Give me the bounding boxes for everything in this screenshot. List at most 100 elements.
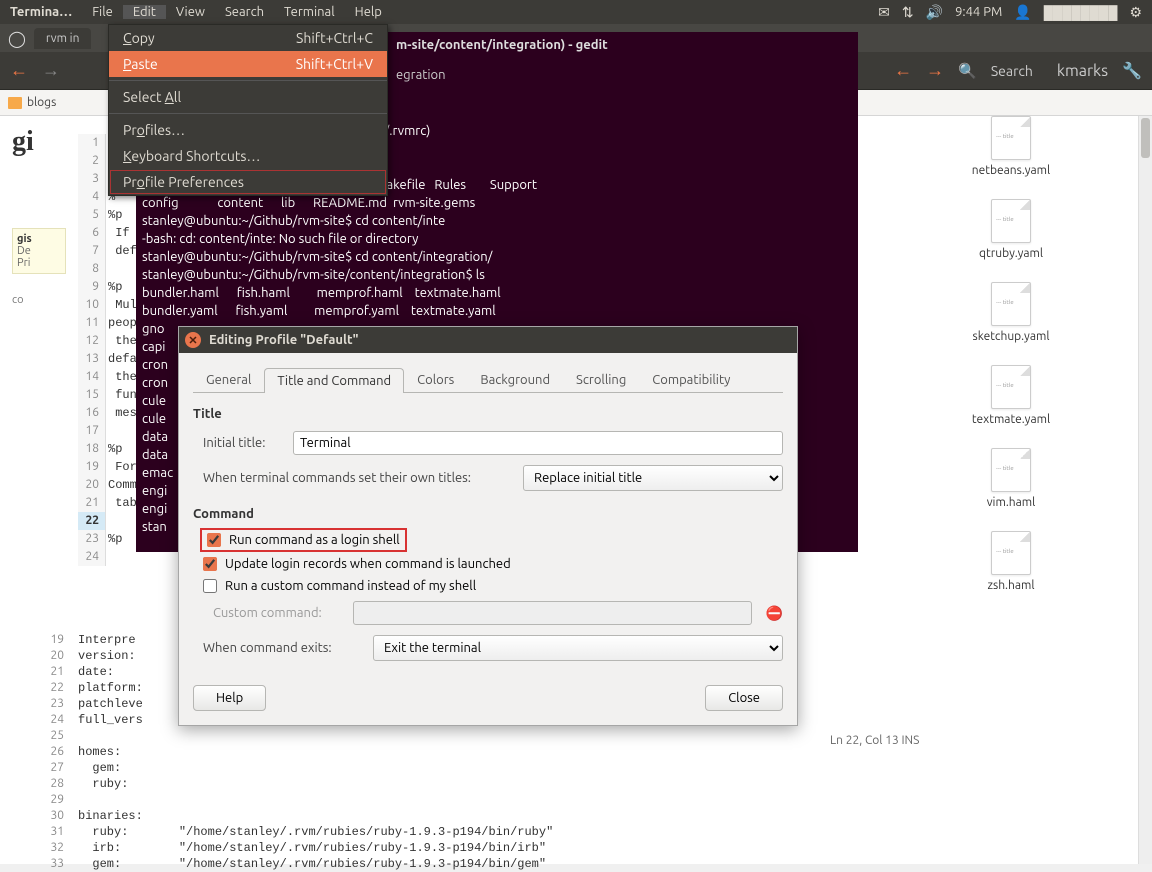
file-label: vim.haml	[987, 496, 1036, 509]
login-shell-label: Run command as a login shell	[229, 533, 400, 547]
menu-item-profile-preferences[interactable]: Profile Preferences	[109, 169, 387, 195]
user-name[interactable]: ████████	[1044, 5, 1118, 20]
dialog-tab-scrolling[interactable]: Scrolling	[563, 367, 639, 392]
gedit-status-bar: Ln 22, Col 13 INS	[830, 734, 919, 747]
gist-sidebar: gi gis De Pri co	[12, 116, 66, 306]
gist-box-line: Pri	[17, 257, 61, 269]
wrench-icon[interactable]: 🔧	[1122, 61, 1142, 80]
file-icon: --- title	[991, 282, 1031, 326]
menu-search[interactable]: Search	[215, 5, 274, 19]
menu-item-keyboard-shortcuts-[interactable]: Keyboard Shortcuts…	[109, 143, 387, 169]
help-button[interactable]: Help	[193, 685, 266, 711]
github-icon: ◯	[8, 29, 26, 48]
file-icon: --- title	[991, 365, 1031, 409]
menu-help[interactable]: Help	[345, 5, 392, 19]
file-browser-panel: --- title netbeans.yaml --- title qtruby.ya…	[886, 116, 1136, 614]
dialog-tab-general[interactable]: General	[193, 367, 264, 392]
file-grid: --- title netbeans.yaml --- title qtruby.ya…	[886, 116, 1136, 592]
menu-item-profiles-[interactable]: Profiles…	[109, 117, 387, 143]
section-title: Title	[193, 407, 783, 421]
file-label: netbeans.yaml	[972, 164, 1050, 177]
file-icon: --- title	[991, 199, 1031, 243]
gist-info-box: gis De Pri	[12, 228, 66, 274]
gist-col-header: co	[12, 294, 66, 306]
gedit-title-behind: m-site/content/integration) - gedit	[396, 36, 608, 54]
top-panel: Termina… File Edit View Search Terminal …	[0, 0, 1152, 24]
network-icon[interactable]: ⇅	[902, 4, 914, 21]
file-item[interactable]: --- title zsh.haml	[886, 531, 1136, 592]
bookmark-item[interactable]: blogs	[27, 96, 56, 109]
dialog-tab-colors[interactable]: Colors	[404, 367, 467, 392]
user-icon[interactable]: 👤	[1014, 4, 1031, 21]
search-icon[interactable]: 🔍	[958, 62, 977, 80]
custom-command-checkbox[interactable]	[203, 579, 217, 593]
power-icon[interactable]: ⚙	[1129, 4, 1142, 21]
update-records-checkbox-row[interactable]: Update login records when command is lau…	[203, 557, 783, 571]
initial-title-label: Initial title:	[203, 436, 283, 450]
nav-back-icon[interactable]: ←	[894, 60, 912, 81]
exit-action-select[interactable]: Exit the terminal	[373, 635, 783, 661]
browser-tab[interactable]: rvm in	[34, 28, 92, 49]
initial-title-input[interactable]	[293, 431, 783, 455]
dialog-title: Editing Profile "Default"	[209, 333, 358, 347]
gedit-line-gutter: 123456789101112131415161718192021222324	[78, 134, 106, 566]
scrollbar-thumb[interactable]	[1141, 118, 1150, 158]
forward-icon[interactable]: →	[42, 60, 60, 81]
dialog-titlebar[interactable]: ✕ Editing Profile "Default"	[179, 327, 797, 353]
menu-item-copy[interactable]: CopyShift+Ctrl+C	[109, 25, 387, 51]
file-label: sketchup.yaml	[973, 330, 1050, 343]
back-icon[interactable]: ←	[10, 60, 28, 81]
scrollbar[interactable]	[1138, 116, 1152, 864]
dialog-tab-compatibility[interactable]: Compatibility	[639, 367, 743, 392]
section-command: Command	[193, 507, 783, 521]
search-label[interactable]: Search	[991, 63, 1033, 79]
menu-terminal[interactable]: Terminal	[274, 5, 345, 19]
menu-item-select-all[interactable]: Select All	[109, 84, 387, 110]
dialog-tabs: GeneralTitle and CommandColorsBackground…	[193, 367, 783, 393]
custom-command-input	[353, 601, 752, 625]
exit-action-label: When command exits:	[203, 641, 363, 655]
system-tray: ✉ ⇅ 🔊 9:44 PM 👤 ████████ ⚙	[878, 4, 1152, 21]
custom-command-field-label: Custom command:	[213, 606, 343, 620]
clock[interactable]: 9:44 PM	[955, 5, 1002, 19]
mail-icon[interactable]: ✉	[878, 4, 890, 21]
menu-file[interactable]: File	[82, 5, 123, 19]
edit-dropdown-menu: CopyShift+Ctrl+CPasteShift+Ctrl+V Select …	[108, 24, 388, 196]
nav-forward-icon[interactable]: →	[926, 60, 944, 81]
dialog-tab-background[interactable]: Background	[467, 367, 563, 392]
gist-logo: gi	[12, 126, 66, 158]
folder-icon	[8, 97, 22, 109]
update-records-checkbox[interactable]	[203, 557, 217, 571]
menu-item-paste[interactable]: PasteShift+Ctrl+V	[109, 51, 387, 77]
custom-command-checkbox-row[interactable]: Run a custom command instead of my shell	[203, 579, 783, 593]
file-item[interactable]: --- title qtruby.yaml	[886, 199, 1136, 260]
file-label: qtruby.yaml	[979, 247, 1043, 260]
file-label: textmate.yaml	[972, 413, 1050, 426]
update-records-label: Update login records when command is lau…	[225, 557, 511, 571]
custom-command-label: Run a custom command instead of my shell	[225, 579, 476, 593]
file-icon: --- title	[991, 448, 1031, 492]
close-icon[interactable]: ✕	[185, 332, 201, 348]
close-button[interactable]: Close	[705, 685, 783, 711]
file-item[interactable]: --- title textmate.yaml	[886, 365, 1136, 426]
title-behavior-label: When terminal commands set their own tit…	[203, 471, 513, 485]
profile-preferences-dialog: ✕ Editing Profile "Default" GeneralTitle…	[178, 326, 798, 726]
warning-icon: ⛔	[766, 605, 783, 622]
menu-view[interactable]: View	[166, 5, 215, 19]
app-title: Termina…	[0, 5, 82, 19]
gist-box-title: gis	[17, 233, 61, 245]
file-item[interactable]: --- title netbeans.yaml	[886, 116, 1136, 177]
login-shell-checkbox-row[interactable]: Run command as a login shell	[203, 531, 404, 549]
bookmarks-right[interactable]: kmarks	[1057, 62, 1108, 80]
file-icon: --- title	[991, 531, 1031, 575]
file-label: zsh.haml	[987, 579, 1034, 592]
file-icon: --- title	[991, 116, 1031, 160]
volume-icon[interactable]: 🔊	[926, 4, 943, 21]
file-item[interactable]: --- title vim.haml	[886, 448, 1136, 509]
gist-box-line: De	[17, 245, 61, 257]
title-behavior-select[interactable]: Replace initial title	[523, 465, 783, 491]
menu-edit[interactable]: Edit	[123, 5, 166, 19]
login-shell-checkbox[interactable]	[207, 533, 221, 547]
file-item[interactable]: --- title sketchup.yaml	[886, 282, 1136, 343]
dialog-tab-title-and-command[interactable]: Title and Command	[264, 368, 404, 393]
